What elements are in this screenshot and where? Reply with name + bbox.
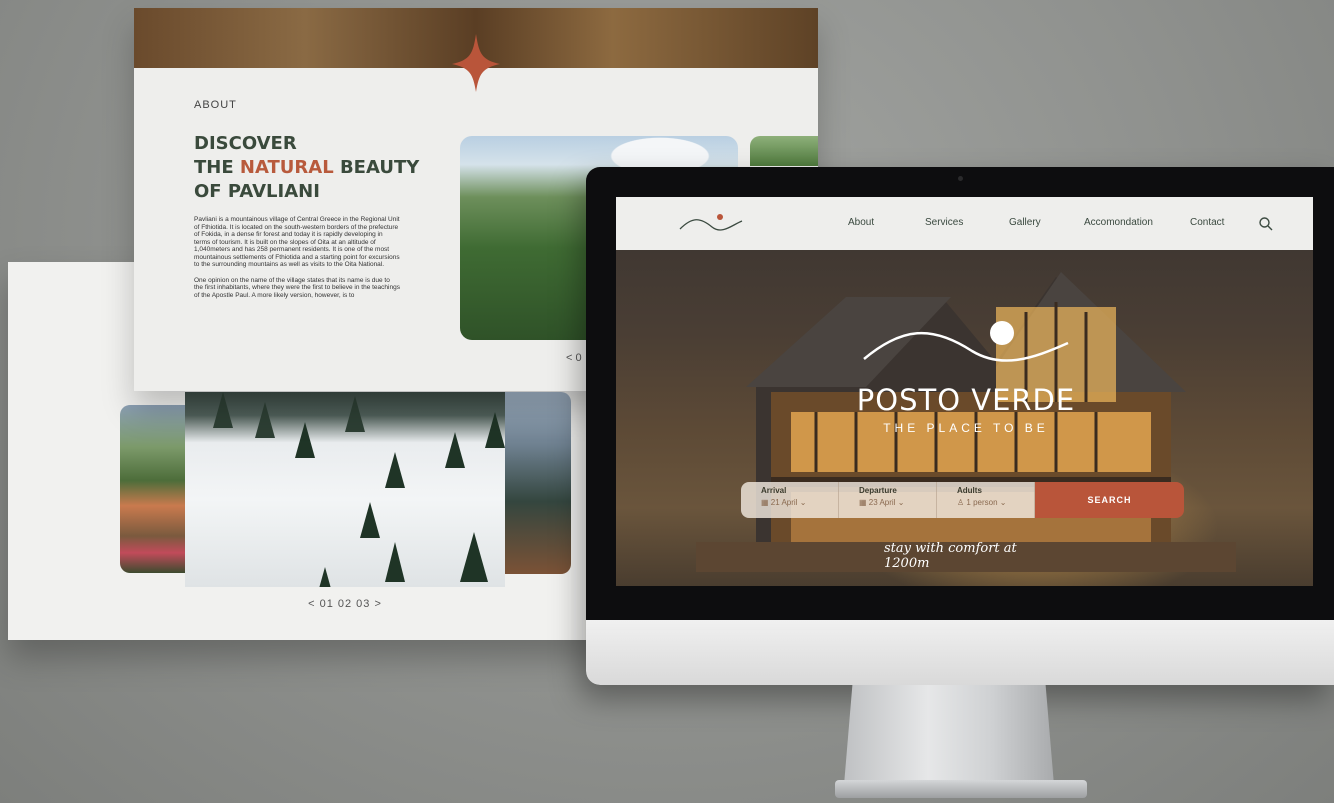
about-pagination[interactable]: < 0 bbox=[566, 352, 582, 364]
mountain-view-photo bbox=[505, 392, 571, 574]
adults-value: ♙ 1 person ⌄ bbox=[957, 498, 1024, 507]
monitor-stand-base bbox=[835, 780, 1087, 798]
chevron-down-icon: ⌄ bbox=[797, 498, 807, 507]
webcam bbox=[958, 176, 963, 181]
nav-gallery[interactable]: Gallery bbox=[1009, 217, 1041, 228]
hero-tagline: stay with comfort at 1200m bbox=[884, 541, 1017, 571]
about-heading: DISCOVER THE NATURAL BEAUTY OF PAVLIANI bbox=[194, 132, 434, 204]
heading-line-2: THE NATURAL BEAUTY bbox=[194, 156, 434, 180]
departure-value: ▦ 23 April ⌄ bbox=[859, 498, 926, 507]
heading-line-2-pre: THE bbox=[194, 157, 240, 178]
hero-title: POSTO VERDE bbox=[856, 383, 1076, 417]
chevron-down-icon: ⌄ bbox=[895, 498, 905, 507]
booking-bar: Arrival ▦ 21 April ⌄ Departure ▦ 23 Apri… bbox=[741, 482, 1184, 518]
nav-contact[interactable]: Contact bbox=[1190, 217, 1224, 228]
adults-field[interactable]: Adults ♙ 1 person ⌄ bbox=[937, 482, 1035, 518]
adults-label: Adults bbox=[957, 486, 982, 495]
arrival-date: 21 April bbox=[770, 498, 798, 507]
hero-subtitle: THE PLACE TO BE bbox=[883, 421, 1049, 435]
about-paragraph-2: One opinion on the name of the village s… bbox=[194, 276, 400, 299]
site-navbar: About Services Gallery Accomondation Con… bbox=[616, 197, 1313, 250]
nav-accommodation[interactable]: Accomondation bbox=[1084, 217, 1153, 228]
heading-line-1: DISCOVER bbox=[194, 133, 297, 154]
next-gallery-photo bbox=[750, 136, 818, 166]
search-icon[interactable] bbox=[1258, 216, 1274, 232]
heading-line-2-post: BEAUTY bbox=[333, 157, 420, 178]
departure-label: Departure bbox=[859, 486, 897, 495]
heading-highlight: NATURAL bbox=[239, 157, 334, 178]
about-body-text: Pavliani is a mountainous village of Cen… bbox=[194, 216, 400, 299]
about-paragraph-1: Pavliani is a mountainous village of Cen… bbox=[194, 216, 400, 268]
website-screen: About Services Gallery Accomondation Con… bbox=[616, 197, 1313, 586]
about-section-label: ABOUT bbox=[194, 99, 237, 111]
adults-count: 1 person bbox=[966, 498, 998, 507]
village-photo bbox=[120, 405, 190, 573]
person-icon: ♙ bbox=[957, 498, 967, 507]
nav-services[interactable]: Services bbox=[925, 217, 963, 228]
search-button[interactable]: SEARCH bbox=[1035, 482, 1184, 518]
nav-about[interactable]: About bbox=[848, 217, 874, 228]
calendar-icon: ▦ bbox=[761, 498, 771, 507]
sparkle-icon bbox=[452, 34, 500, 92]
ski-slope-photo bbox=[185, 392, 505, 587]
slider-pagination[interactable]: < 01 02 03 > bbox=[300, 598, 390, 610]
departure-date: 23 April bbox=[868, 498, 896, 507]
departure-field[interactable]: Departure ▦ 23 April ⌄ bbox=[839, 482, 937, 518]
monitor-stand bbox=[844, 685, 1054, 785]
site-logo-icon[interactable] bbox=[678, 211, 744, 235]
heading-line-3: OF PAVLIANI bbox=[194, 181, 320, 202]
chevron-down-icon: ⌄ bbox=[997, 498, 1007, 507]
monitor-chin bbox=[586, 620, 1334, 685]
hero-logo-icon bbox=[863, 321, 1069, 362]
arrival-value: ▦ 21 April ⌄ bbox=[761, 498, 828, 507]
arrival-label: Arrival bbox=[761, 486, 787, 495]
arrival-field[interactable]: Arrival ▦ 21 April ⌄ bbox=[741, 482, 839, 518]
calendar-icon: ▦ bbox=[859, 498, 869, 507]
